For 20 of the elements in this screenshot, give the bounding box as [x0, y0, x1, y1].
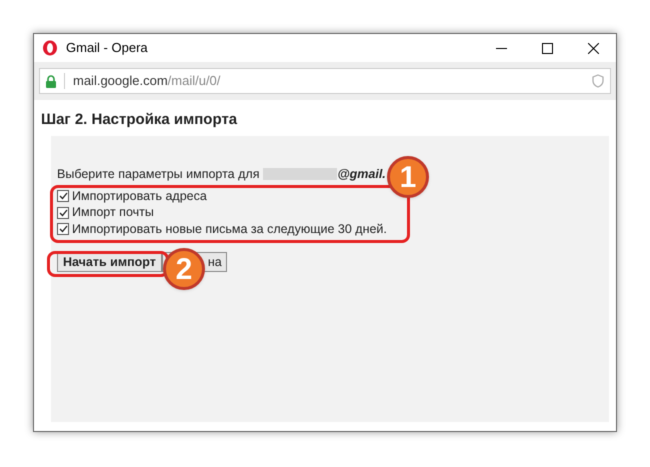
address-bar[interactable]: mail.google.com/mail/u/0/	[39, 68, 611, 94]
option-label: Импорт почты	[72, 204, 154, 222]
lock-icon	[46, 74, 56, 88]
step-number-badge: 1	[387, 156, 429, 198]
browser-logo-icon	[42, 40, 58, 56]
step-number-badge: 2	[163, 248, 205, 290]
page-heading: Шаг 2. Настройка импорта	[41, 110, 238, 130]
cancel-button[interactable]: на	[206, 252, 227, 272]
shield-icon	[592, 74, 604, 88]
close-icon	[588, 42, 598, 54]
maximize-icon	[542, 42, 552, 54]
url-text: mail.google.com/mail/u/0/	[73, 72, 220, 90]
option-label: Импортировать новые письма за следующие 30 дней.	[72, 220, 387, 238]
checkbox[interactable]	[57, 206, 69, 219]
option-label: Импортировать адреса	[72, 188, 207, 205]
checkbox[interactable]	[57, 223, 69, 236]
window-title: Gmail - Opera	[66, 39, 148, 58]
prompt-text: Выберите параметры импорта для	[57, 166, 260, 183]
email-domain: @gmail.	[337, 166, 386, 183]
checkbox[interactable]	[57, 190, 69, 202]
